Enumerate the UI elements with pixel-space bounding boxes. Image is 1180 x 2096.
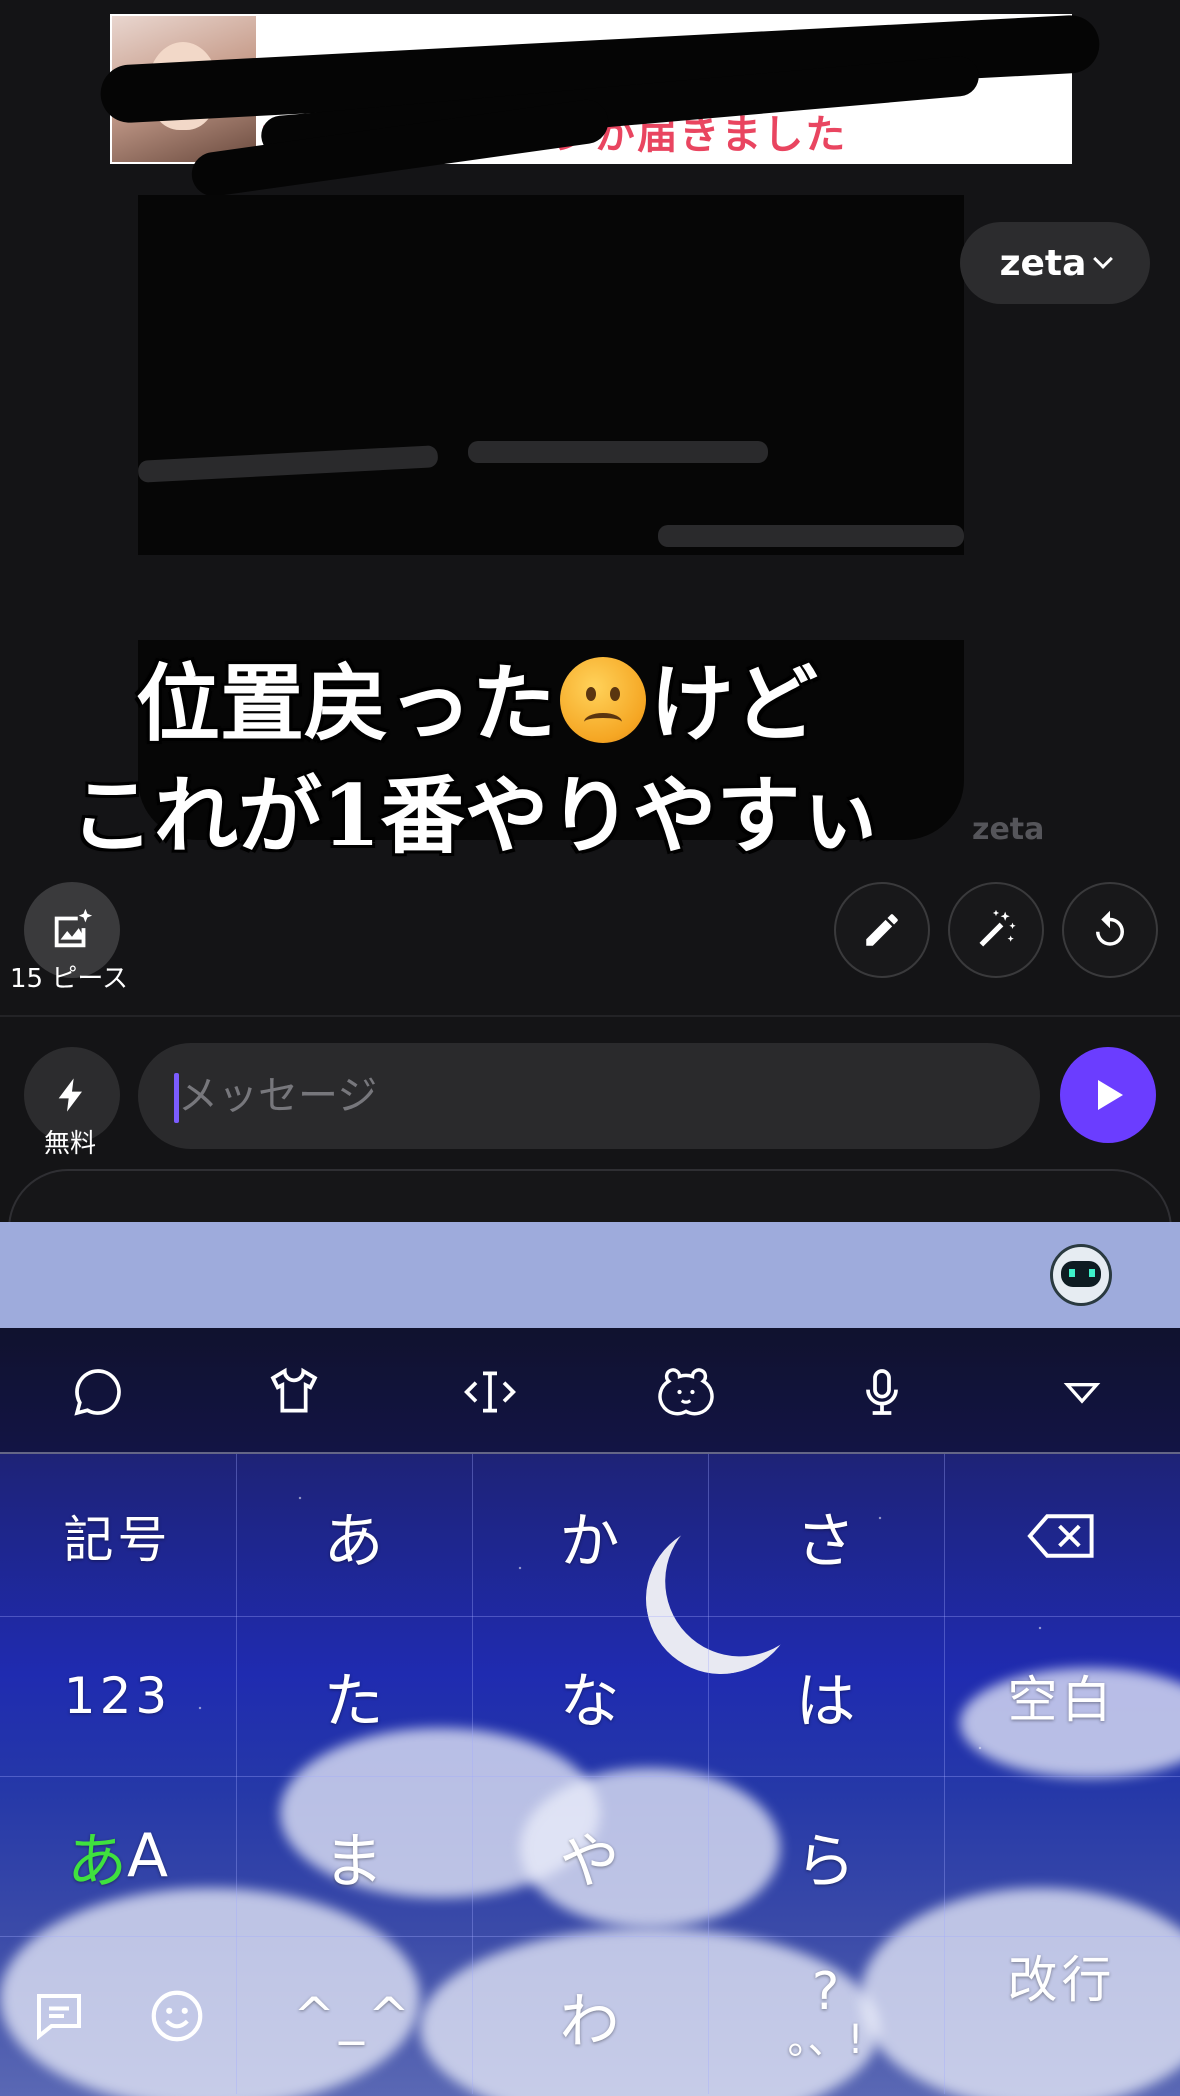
tshirt-icon[interactable] (266, 1364, 322, 1420)
key-numbers[interactable]: 123 (0, 1616, 235, 1776)
keyboard: 記号 あ か さ 123 た な は 空白 あA ま や ら ^_^ わ ? 。… (0, 1328, 1180, 2096)
message-field[interactable]: * (138, 1043, 1134, 1149)
image-sparkle-icon (54, 908, 93, 948)
key-enter[interactable]: 改行 (944, 1856, 1179, 2096)
mode-alpha-label: A (126, 1821, 169, 1891)
backspace-icon (1026, 1514, 1094, 1558)
pieces-count: 15 ピース (10, 964, 129, 994)
collapse-keyboard-icon[interactable] (1054, 1364, 1110, 1420)
caption-line-1: 位置戻った けど (70, 648, 970, 760)
key-sa[interactable]: さ (708, 1456, 943, 1616)
lightning-icon (58, 1078, 82, 1112)
smiley-icon (151, 1990, 203, 2042)
message-input[interactable] (178, 1063, 958, 1129)
caption-line-1-tail: けど (650, 654, 819, 753)
app-root: ナさん…ッセージが届きました zeta 位置戻ったけど これが1番やりやすぃ z… (0, 0, 1180, 2096)
play-icon (1098, 1080, 1123, 1110)
backspace-key[interactable] (944, 1456, 1179, 1616)
key-ka[interactable]: か (472, 1456, 707, 1616)
model-selector-label: zeta (999, 242, 1087, 284)
keyboard-toolbar (0, 1328, 1180, 1454)
key-message[interactable] (0, 1936, 118, 2096)
mode-kana-label: あ (66, 1826, 127, 1897)
microphone-icon[interactable] (854, 1364, 910, 1420)
chevron-down-icon (1093, 249, 1114, 269)
key-ya[interactable]: や (472, 1776, 707, 1936)
model-selector[interactable]: zeta (960, 222, 1150, 304)
punctuation-top: ? (811, 1962, 840, 2022)
punctuation-bottom: 。、! (787, 2017, 864, 2063)
free-label: 無料 (44, 1129, 97, 1159)
magic-wand-icon (979, 909, 1016, 947)
magic-wand-button[interactable] (948, 882, 1044, 978)
send-button[interactable] (1060, 1047, 1156, 1143)
caption-line-2: これが1番やりやすぃ (70, 766, 883, 865)
key-ra[interactable]: ら (708, 1776, 943, 1936)
chat-bubble-icon[interactable] (70, 1364, 126, 1420)
caption-line-1-text: 位置戻った (136, 654, 557, 753)
regenerate-button[interactable] (1062, 882, 1158, 978)
mascot-icon[interactable] (1050, 1244, 1112, 1306)
overlay-caption: 位置戻った けど これが1番やりやすぃ (70, 648, 970, 872)
key-input-mode[interactable]: あA (0, 1776, 235, 1936)
cursor-move-icon[interactable] (462, 1364, 518, 1420)
edit-button[interactable] (834, 882, 930, 978)
key-space[interactable]: 空白 (944, 1616, 1179, 1776)
bear-face-icon[interactable] (658, 1364, 714, 1420)
undo-icon (1096, 910, 1124, 946)
watermark: zeta (972, 812, 1045, 847)
key-wa[interactable]: わ (472, 1936, 707, 2096)
key-na[interactable]: な (472, 1616, 707, 1776)
chat-area: ナさん…ッセージが届きました zeta 位置戻ったけど これが1番やりやすぃ z… (0, 0, 1180, 1015)
keyboard-suggestion-bar (0, 1222, 1180, 1328)
key-a[interactable]: あ (236, 1456, 471, 1616)
pencil-icon (866, 914, 898, 946)
redacted-message (137, 195, 964, 555)
message-icon (37, 1994, 81, 2041)
key-ha[interactable]: は (708, 1616, 943, 1776)
key-emoji[interactable] (118, 1936, 236, 2096)
message-composer: 無料 * (0, 1017, 1180, 1289)
key-symbols[interactable]: 記号 (0, 1456, 235, 1616)
key-kaomoji[interactable]: ^_^ (236, 1936, 471, 2096)
key-ta[interactable]: た (236, 1616, 471, 1776)
frowning-face-icon (560, 657, 647, 743)
key-ma[interactable]: ま (236, 1776, 471, 1936)
key-punctuation[interactable]: ? 。、! (708, 1936, 943, 2096)
